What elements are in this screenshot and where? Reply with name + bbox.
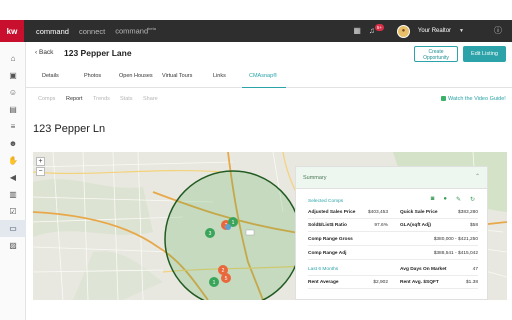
top-bar: kw command connect commandbeta ▦ ♫ 5+ ● Y…	[0, 20, 512, 42]
map-pin[interactable]: 1	[209, 277, 219, 287]
avatar[interactable]: ●	[396, 24, 410, 38]
info-icon[interactable]: ●	[443, 196, 447, 203]
row-value: 97.6%	[374, 223, 388, 228]
edit-listing-button[interactable]: Edit Listing	[463, 46, 506, 62]
divider	[308, 275, 478, 276]
notes-icon[interactable]: ≡	[0, 118, 26, 135]
tab-photos[interactable]: Photos	[84, 73, 101, 79]
tab-open-houses[interactable]: Open Houses	[119, 73, 153, 79]
svg-text:3: 3	[209, 231, 212, 237]
zoom-in-button[interactable]: +	[36, 157, 45, 166]
row-value-2: $58	[469, 223, 478, 228]
sidebar: ⌂ ▣ ☺ ▤ ≡ ☻ ✋ ◀ ▥ ☑ ▭ ▨	[0, 42, 26, 320]
subtab-share[interactable]: Share	[143, 96, 158, 102]
svg-text:1: 1	[213, 280, 216, 286]
create-opportunity-button[interactable]: Create Opportunity	[414, 46, 458, 62]
zoom-out-button[interactable]: −	[36, 167, 45, 176]
refresh-icon[interactable]: ↻	[470, 196, 475, 203]
top-right-controls: ▦ ♫ 5+ ● Your Realtor ▼ ⓘ	[353, 20, 502, 42]
subtab-comps[interactable]: Comps	[38, 96, 55, 102]
svg-text:1: 1	[232, 220, 235, 226]
property-address: 123 Pepper Ln	[33, 123, 106, 135]
tab-virtual-tours[interactable]: Virtual Tours	[162, 73, 192, 79]
camera-icon[interactable]: ◙	[431, 196, 435, 203]
play-icon	[441, 96, 446, 101]
divider	[308, 288, 478, 289]
group-icon[interactable]: ☻	[0, 135, 26, 152]
svg-text:2: 2	[222, 268, 225, 274]
chevron-left-icon: ‹	[35, 49, 38, 56]
last-6-months-label: Last 6 Months	[308, 267, 339, 272]
selected-comps-label: Selected Comps	[308, 199, 344, 204]
bell-icon[interactable]: ♫ 5+	[369, 24, 385, 35]
video-guide-link[interactable]: Watch the Video Guide!	[441, 96, 506, 102]
row-value-2: $1.38	[465, 280, 478, 285]
nav-command[interactable]: command	[36, 27, 69, 36]
divider	[308, 259, 478, 260]
map-pin[interactable]	[225, 224, 231, 230]
back-button[interactable]: ‹ Back	[35, 49, 53, 56]
nav-command-beta-label: command	[115, 26, 149, 36]
notification-badge: 5+	[374, 24, 385, 31]
handshake-icon[interactable]: ✋	[0, 152, 26, 169]
person-icon[interactable]: ☺	[0, 84, 26, 101]
tab-cmasnap[interactable]: CMAsnap®	[249, 73, 277, 79]
summary-title: Summary	[303, 175, 327, 181]
home-icon[interactable]: ⌂	[0, 50, 26, 67]
checklist-icon[interactable]: ☑	[0, 203, 26, 220]
active-tab-indicator	[242, 87, 286, 88]
kw-logo[interactable]: kw	[0, 20, 24, 42]
divider	[308, 245, 478, 246]
tab-details[interactable]: Details	[42, 73, 59, 79]
contacts-icon[interactable]: ▣	[0, 67, 26, 84]
divider	[308, 218, 478, 219]
listing-tabs: Details Photos Open Houses Virtual Tours…	[26, 66, 512, 88]
back-label: Back	[38, 49, 54, 56]
svg-text:5: 5	[225, 276, 228, 282]
tab-links[interactable]: Links	[213, 73, 226, 79]
user-name[interactable]: Your Realtor	[418, 28, 451, 34]
browser-icon[interactable]: ▭	[0, 220, 26, 237]
map-pin[interactable]: 3	[205, 228, 215, 238]
edit-icon[interactable]: ✎	[456, 196, 461, 203]
help-icon[interactable]: ⓘ	[494, 27, 502, 35]
nav-command-beta[interactable]: commandbeta	[115, 26, 156, 36]
map-pin[interactable]: 5	[221, 273, 231, 283]
summary-header[interactable]: Summary ⌃	[296, 167, 487, 189]
divider	[308, 231, 478, 232]
summary-panel: Summary ⌃ Selected Comps ◙ ● ✎ ↻ Adjuste…	[295, 166, 488, 300]
nav-connect[interactable]: connect	[79, 27, 105, 36]
page-title: 123 Pepper Lane	[64, 48, 132, 58]
top-nav: command connect commandbeta	[36, 26, 156, 36]
bar-chart-icon[interactable]: ▥	[0, 186, 26, 203]
row-value: $2,902	[373, 280, 388, 285]
subtab-trends[interactable]: Trends	[93, 96, 110, 102]
chevron-down-icon[interactable]: ▼	[459, 28, 464, 34]
subtab-report[interactable]: Report	[66, 96, 83, 102]
sidebar-top-spacer	[0, 42, 25, 50]
image-icon[interactable]: ▨	[0, 237, 26, 254]
row-value: $403,453	[367, 210, 388, 215]
video-guide-label: Watch the Video Guide!	[448, 96, 506, 102]
subtab-stats[interactable]: Stats	[120, 96, 133, 102]
document-icon[interactable]: ▤	[0, 101, 26, 118]
grid-icon[interactable]: ▦	[353, 27, 361, 35]
summary-actions: ◙ ● ✎ ↻	[431, 196, 475, 203]
row-value: $380,000 - $421,250	[433, 237, 478, 242]
report-subtabs: Comps Report Trends Stats Share Watch th…	[26, 93, 512, 105]
chevron-up-icon[interactable]: ⌃	[475, 173, 480, 180]
megaphone-icon[interactable]: ◀	[0, 169, 26, 186]
row-value: 47	[472, 267, 478, 272]
row-value: $388,541 - $415,042	[433, 251, 478, 256]
row-value-2: $383,280	[457, 210, 478, 215]
beta-tag: beta	[148, 26, 156, 32]
listing-header: ‹ Back 123 Pepper Lane Create Opportunit…	[26, 42, 512, 66]
